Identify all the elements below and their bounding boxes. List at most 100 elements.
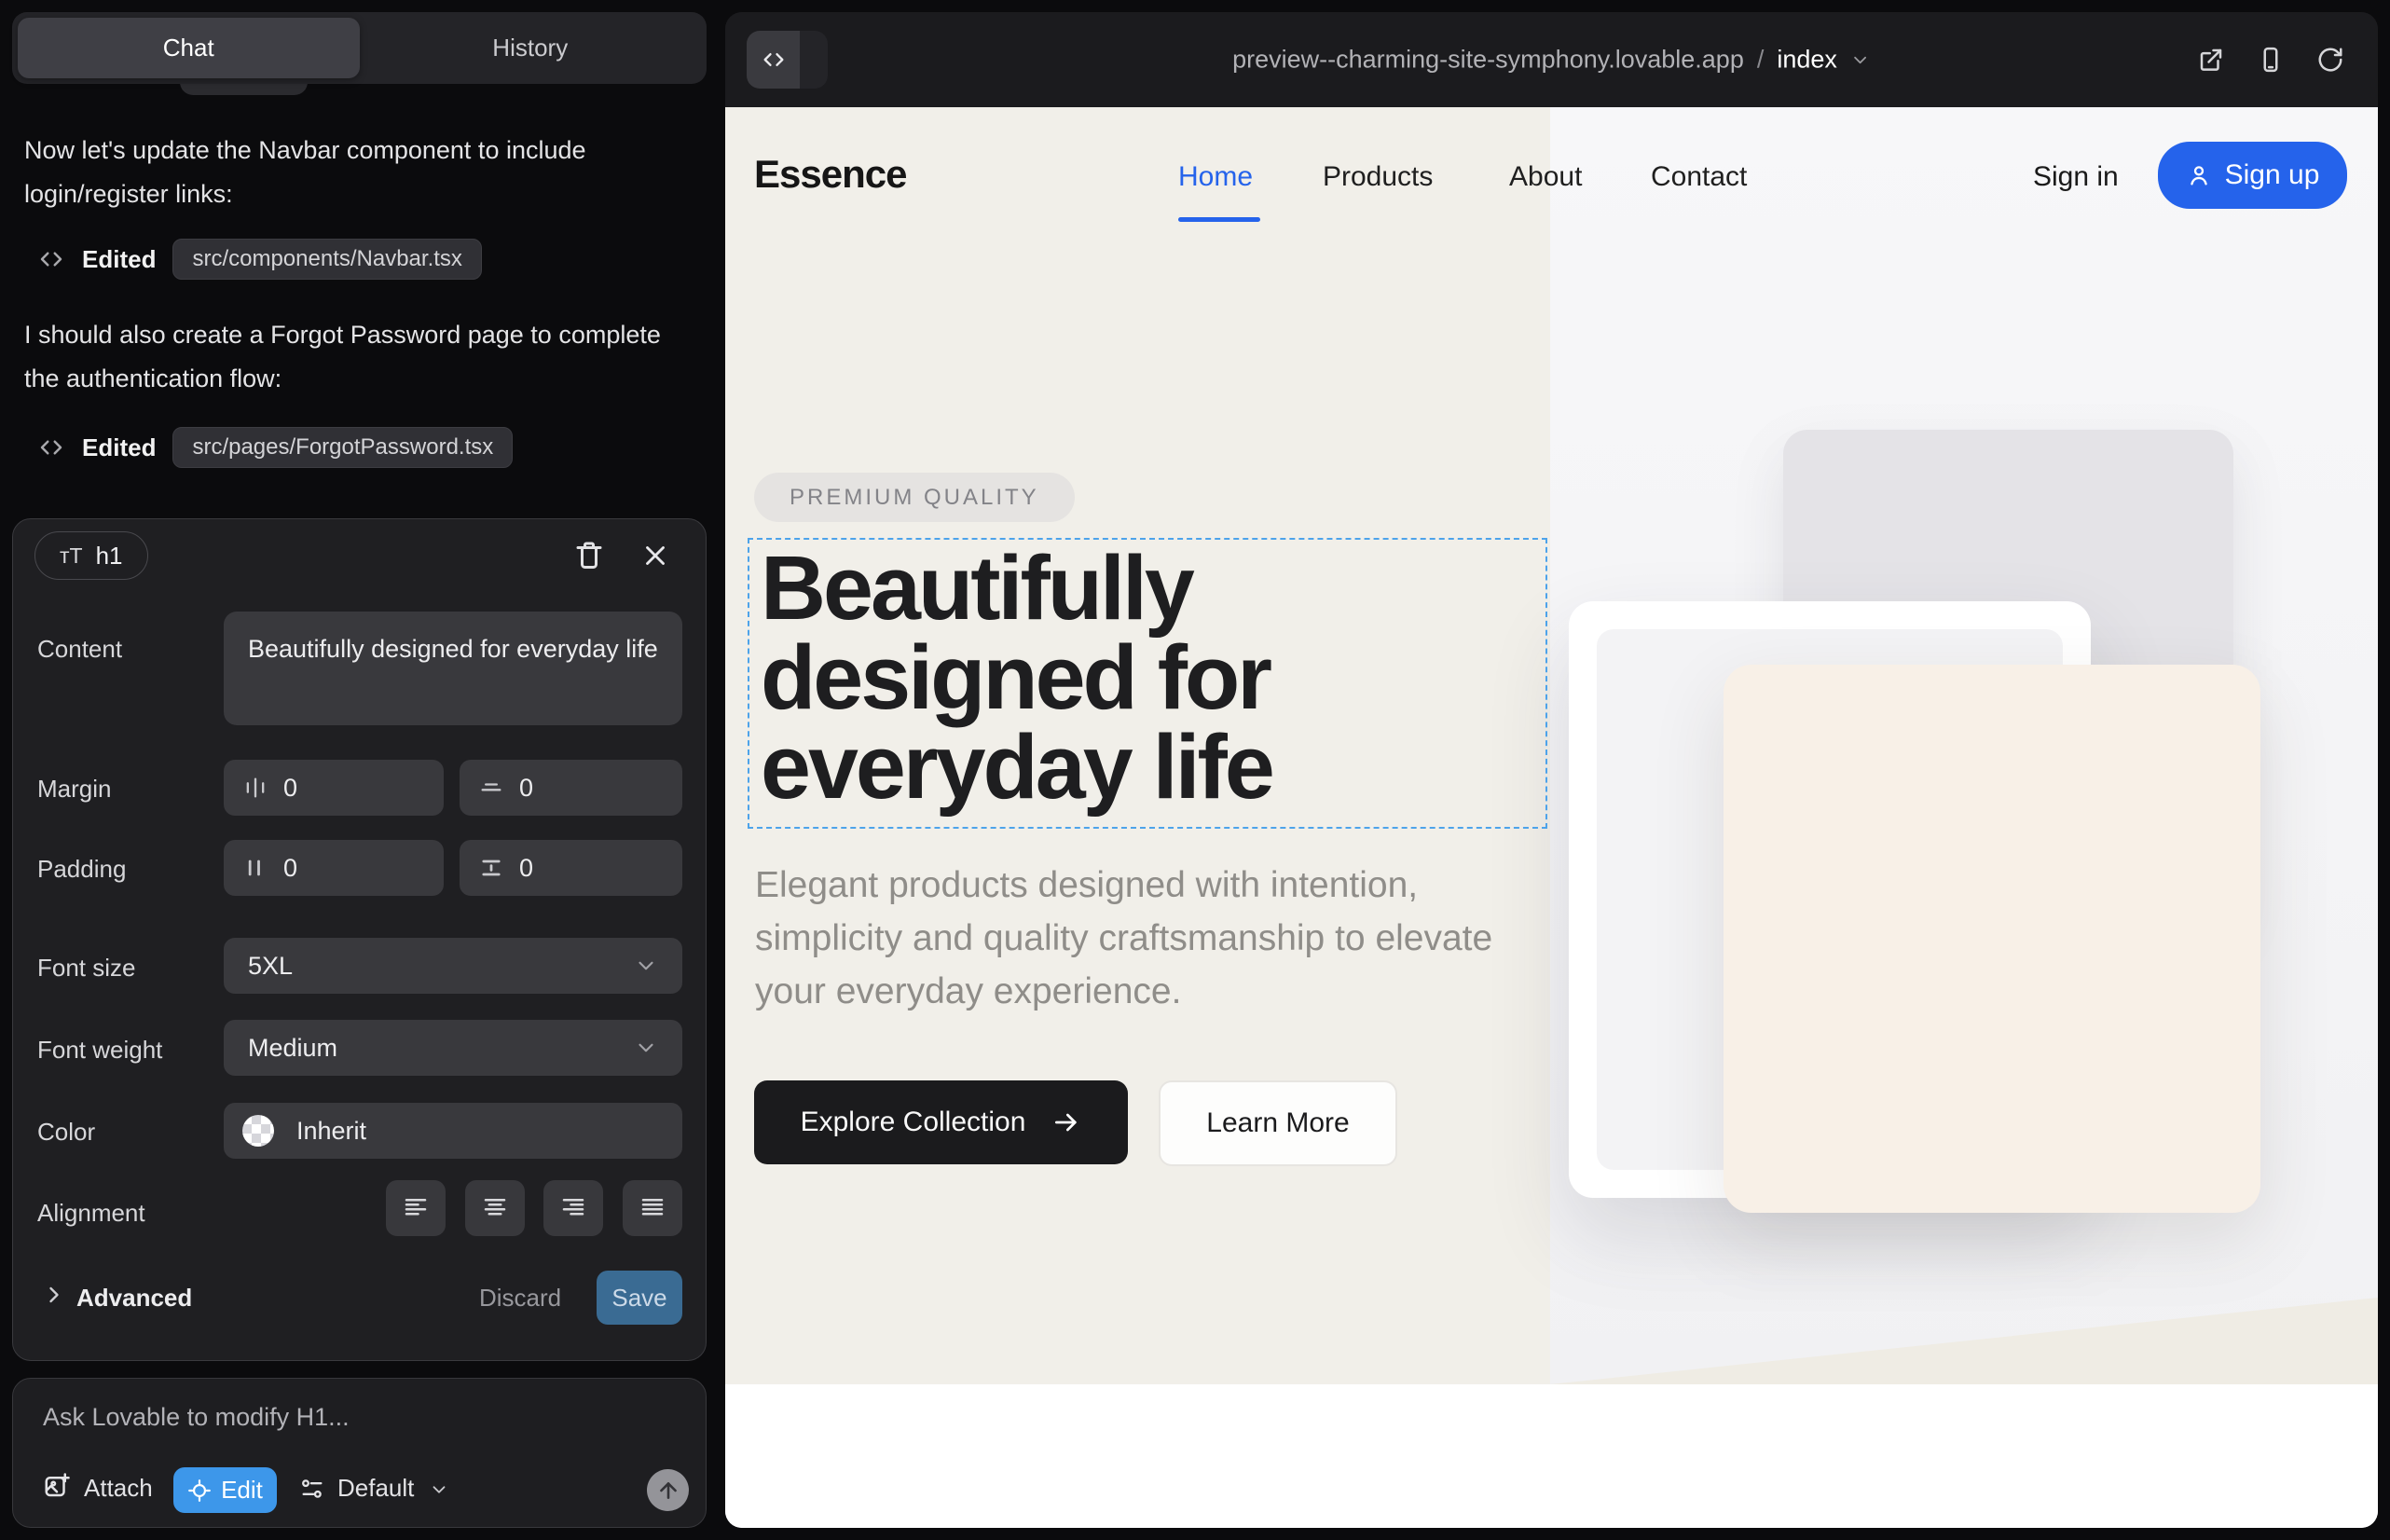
- padding-x-input[interactable]: 0: [224, 840, 444, 896]
- decor-card-cream: [1724, 665, 2260, 1213]
- prompt-input[interactable]: Ask Lovable to modify H1...: [43, 1403, 350, 1432]
- next-section-background: [725, 1384, 2378, 1528]
- font-size-label: Font size: [37, 954, 136, 983]
- align-justify-button[interactable]: [623, 1180, 682, 1236]
- margin-x-value: 0: [283, 774, 297, 803]
- sign-in-link[interactable]: Sign in: [2033, 161, 2119, 193]
- refresh-icon[interactable]: [2316, 46, 2344, 74]
- trash-icon[interactable]: [572, 538, 606, 571]
- sign-up-button[interactable]: Sign up: [2158, 142, 2347, 209]
- advanced-toggle[interactable]: Advanced: [76, 1284, 192, 1313]
- align-right-button[interactable]: [543, 1180, 603, 1236]
- default-mode-button[interactable]: Default: [337, 1474, 414, 1503]
- explore-collection-button[interactable]: Explore Collection: [754, 1080, 1128, 1164]
- tab-chat[interactable]: Chat: [18, 18, 360, 78]
- color-input[interactable]: Inherit: [224, 1103, 682, 1159]
- browser-actions: [2197, 46, 2344, 74]
- file-pill[interactable]: src/components/Navbar.tsx: [172, 239, 481, 280]
- url-page: index: [1777, 46, 1837, 75]
- premium-quality-badge: PREMIUM QUALITY: [754, 473, 1075, 522]
- chevron-down-icon: [634, 954, 658, 978]
- edit-label: Edit: [221, 1476, 263, 1505]
- margin-label: Margin: [37, 775, 111, 804]
- type-icon: тT: [60, 543, 83, 569]
- color-swatch: [242, 1115, 274, 1147]
- margin-y-value: 0: [519, 774, 533, 803]
- close-icon[interactable]: [639, 540, 671, 571]
- font-weight-select[interactable]: Medium: [224, 1020, 682, 1076]
- nav-link-products[interactable]: Products: [1323, 161, 1433, 193]
- color-value: Inherit: [296, 1117, 366, 1146]
- url-bar[interactable]: preview--charming-site-symphony.lovable.…: [1232, 46, 1871, 75]
- open-external-icon[interactable]: [2197, 46, 2225, 74]
- preview-frame: preview--charming-site-symphony.lovable.…: [725, 12, 2378, 1528]
- attach-button[interactable]: Attach: [84, 1474, 153, 1503]
- chat-history-tabbar: Chat History: [12, 12, 707, 84]
- file-pill[interactable]: src/pages/ForgotPassword.tsx: [172, 427, 513, 468]
- edited-file-row[interactable]: Edited src/pages/ForgotPassword.tsx: [37, 427, 513, 468]
- save-button[interactable]: Save: [597, 1271, 682, 1325]
- hero-heading[interactable]: Beautifully designed for everyday life: [761, 543, 1548, 812]
- margin-y-input[interactable]: 0: [460, 760, 682, 816]
- selected-element-tag[interactable]: тT h1: [34, 531, 148, 580]
- align-center-button[interactable]: [465, 1180, 525, 1236]
- sliders-icon[interactable]: [299, 1476, 325, 1502]
- font-weight-value: Medium: [248, 1034, 634, 1063]
- margin-x-input[interactable]: 0: [224, 760, 444, 816]
- padding-x-value: 0: [283, 854, 297, 883]
- discard-button[interactable]: Discard: [479, 1284, 561, 1313]
- explore-collection-label: Explore Collection: [801, 1107, 1026, 1138]
- font-size-value: 5XL: [248, 952, 634, 981]
- edit-mode-button[interactable]: Edit: [173, 1467, 277, 1513]
- padding-y-input[interactable]: 0: [460, 840, 682, 896]
- chevron-down-icon: [634, 1036, 658, 1060]
- toggle-track: [800, 31, 828, 89]
- sign-up-label: Sign up: [2225, 159, 2320, 191]
- arrow-right-icon: [1051, 1107, 1081, 1137]
- code-icon: [37, 245, 65, 273]
- edited-label: Edited: [82, 433, 156, 462]
- hero-paragraph: Elegant products designed with intention…: [755, 859, 1519, 1018]
- content-input[interactable]: Beautifully designed for everyday life: [224, 612, 682, 725]
- chevron-down-icon[interactable]: [429, 1479, 449, 1500]
- align-left-button[interactable]: [386, 1180, 446, 1236]
- chat-message: Now let's update the Navbar component to…: [24, 129, 690, 216]
- preview-page: Essence Home Products About Contact Sign…: [725, 107, 2378, 1528]
- nav-active-underline: [1178, 217, 1260, 222]
- tab-history[interactable]: History: [360, 18, 702, 78]
- chat-message: I should also create a Forgot Password p…: [24, 313, 690, 401]
- send-button[interactable]: [647, 1469, 689, 1511]
- padding-y-icon: [478, 855, 504, 881]
- prompt-box: Ask Lovable to modify H1... Attach Edit …: [12, 1378, 707, 1528]
- nav-link-contact[interactable]: Contact: [1651, 161, 1747, 193]
- browser-bar: preview--charming-site-symphony.lovable.…: [725, 12, 2378, 107]
- padding-y-value: 0: [519, 854, 533, 883]
- user-icon: [2186, 162, 2212, 188]
- url-separator: /: [1757, 46, 1765, 75]
- chevron-right-icon[interactable]: [41, 1282, 67, 1308]
- attach-icon[interactable]: [43, 1472, 71, 1500]
- learn-more-button[interactable]: Learn More: [1159, 1080, 1397, 1166]
- margin-x-icon: [242, 775, 268, 801]
- selection-outline[interactable]: Beautifully designed for everyday life: [748, 538, 1547, 829]
- color-label: Color: [37, 1118, 95, 1147]
- padding-label: Padding: [37, 855, 126, 884]
- chevron-down-icon[interactable]: [1850, 49, 1871, 70]
- site-logo[interactable]: Essence: [754, 152, 906, 197]
- code-icon: [747, 31, 800, 89]
- element-editor-panel: тT h1 Content Beautifully designed for e…: [12, 518, 707, 1361]
- code-icon: [37, 433, 65, 461]
- font-size-select[interactable]: 5XL: [224, 938, 682, 994]
- font-weight-label: Font weight: [37, 1036, 162, 1065]
- nav-link-home[interactable]: Home: [1178, 161, 1253, 193]
- edited-label: Edited: [82, 245, 156, 274]
- alignment-label: Alignment: [37, 1199, 145, 1228]
- code-view-toggle[interactable]: [747, 31, 828, 89]
- url-host: preview--charming-site-symphony.lovable.…: [1232, 46, 1744, 75]
- app-root: Chat History Now let's update the Navbar…: [0, 0, 2390, 1540]
- content-label: Content: [37, 635, 122, 664]
- mobile-view-icon[interactable]: [2257, 46, 2285, 74]
- margin-y-icon: [478, 775, 504, 801]
- edited-file-row[interactable]: Edited src/components/Navbar.tsx: [37, 239, 482, 280]
- nav-link-about[interactable]: About: [1509, 161, 1582, 193]
